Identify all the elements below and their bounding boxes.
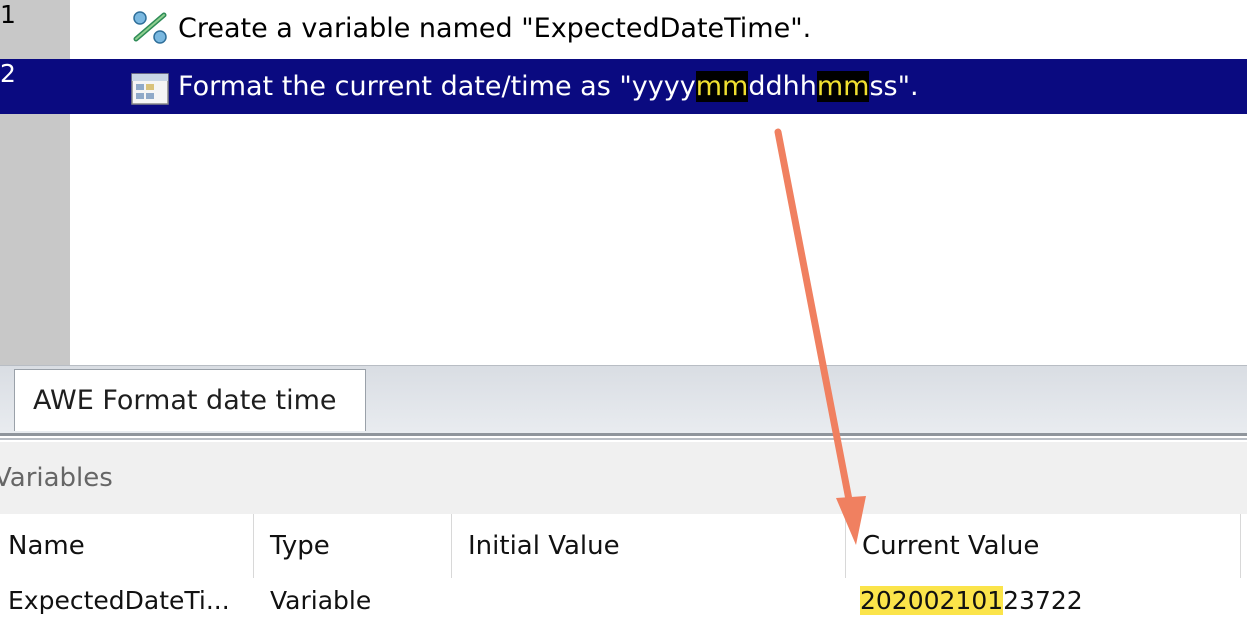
variables-panel-title: Variables	[0, 442, 1247, 514]
column-separator[interactable]	[253, 514, 254, 578]
column-separator[interactable]	[1240, 514, 1241, 578]
text-part: ss".	[869, 71, 919, 102]
format-date-icon	[131, 73, 169, 105]
highlighted-mm: mm	[816, 71, 870, 102]
variables-grid-header: Name Type Initial Value Current Value	[0, 514, 1247, 578]
column-header-name[interactable]: Name	[8, 514, 85, 578]
cell-type: Variable	[270, 586, 372, 615]
cell-current-value: 202002101 23722	[860, 580, 1083, 621]
panel-title-text: Variables	[0, 463, 113, 493]
line-number-gutter	[0, 0, 70, 365]
line-number: 1	[0, 0, 16, 29]
script-editor: 1 Create a variable named "ExpectedDateT…	[0, 0, 1247, 365]
column-separator[interactable]	[451, 514, 452, 578]
script-line-2-selected[interactable]: 2 Format the current date/time as "yyyym…	[0, 59, 1247, 114]
cell-name: ExpectedDateTi...	[8, 586, 230, 615]
divider	[0, 438, 1247, 440]
column-separator[interactable]	[845, 514, 846, 578]
column-header-type[interactable]: Type	[270, 514, 330, 578]
text-part: ddhh	[748, 71, 817, 102]
time-portion: 23722	[1003, 586, 1083, 615]
table-row[interactable]: ExpectedDateTi... Variable 202002101 2372…	[0, 580, 1247, 621]
column-header-current-value[interactable]: Current Value	[862, 514, 1039, 578]
line-number: 2	[0, 59, 16, 88]
tab-awe-format-date-time[interactable]: AWE Format date time	[14, 369, 366, 431]
script-line-text: Format the current date/time as "yyyymmd…	[178, 71, 919, 102]
script-line-1[interactable]: 1 Create a variable named "ExpectedDateT…	[0, 0, 1247, 52]
column-header-initial-value[interactable]: Initial Value	[468, 514, 620, 578]
divider	[0, 433, 1247, 436]
script-line-text: Create a variable named "ExpectedDateTim…	[178, 13, 812, 44]
highlighted-date-portion: 202002101	[860, 586, 1004, 615]
variable-icon	[133, 11, 167, 44]
text-part: Format the current date/time as "yyyy	[178, 71, 696, 102]
highlighted-mm: mm	[695, 71, 749, 102]
document-tab-bar: AWE Format date time	[0, 365, 1247, 434]
